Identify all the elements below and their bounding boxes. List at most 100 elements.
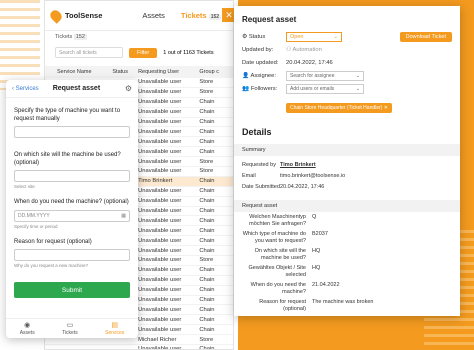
cell-group: Chain xyxy=(199,287,215,294)
calendar-icon[interactable]: ▦ xyxy=(121,213,126,219)
cell-user: Unavailable user xyxy=(138,346,182,350)
cell-user: Unavailable user xyxy=(138,257,182,264)
subtab-label: Tickets xyxy=(55,34,73,40)
decorative-stripes xyxy=(0,0,40,90)
status-select[interactable]: Open ⌄ xyxy=(286,31,342,42)
nav-tickets[interactable]: Tickets 152 xyxy=(181,11,222,20)
nav-assets[interactable]: Assets xyxy=(142,11,165,20)
cell-user: Unavailable user xyxy=(138,247,182,254)
cell-user: Unavailable user xyxy=(138,326,182,333)
cell-group: Chain xyxy=(199,326,215,333)
cell-user: Unavailable user xyxy=(138,148,182,155)
cell-group: Chain xyxy=(199,247,215,254)
cell-group: Chain xyxy=(199,227,215,234)
footer-tickets-label: Tickets xyxy=(62,329,78,336)
col-requesting-user[interactable]: Requesting User xyxy=(138,69,199,75)
cell-group: Chain xyxy=(199,109,215,116)
cell-user: Unavailable user xyxy=(138,188,182,195)
site-select[interactable] xyxy=(14,170,130,182)
footer-assets[interactable]: ◉ Assets xyxy=(20,322,35,336)
download-ticket-button[interactable]: Download Ticket xyxy=(399,31,452,42)
requested-by-row: Requested by Timo Brinkert xyxy=(234,159,460,170)
updated-by-text: Automation xyxy=(292,46,322,53)
email-value: timo.brinkert@toolsense.io xyxy=(280,172,346,179)
cell-user: Unavailable user xyxy=(138,287,182,294)
status-row: ⚙ Status Open ⌄ Download Ticket xyxy=(234,30,460,43)
date-submitted-value: 20.04.2022, 17:46 xyxy=(280,183,325,190)
assignee-row: 👤 Assignee: Search for assignee ⌄ xyxy=(234,69,460,82)
site-hint: Select site xyxy=(14,184,35,189)
subtab-count: 152 xyxy=(73,34,87,40)
cell-group: Chain xyxy=(199,217,215,224)
cell-group: Store xyxy=(199,257,214,264)
cell-user: Unavailable user xyxy=(138,79,182,86)
mobile-header: ‹ Services Request asset ⚙ xyxy=(6,80,138,98)
cell-user: Unavailable user xyxy=(138,316,182,323)
close-icon[interactable]: ✕ xyxy=(384,105,388,111)
mobile-form-body: Specify the type of machine you want to … xyxy=(6,98,138,272)
table-row[interactable]: Unavailable user Chain xyxy=(45,345,233,350)
follower-chip-row: Chain Store Headquarter (Ticket Handler)… xyxy=(234,95,460,115)
filter-bar: Search all tickets Filter 1 out of 1163 … xyxy=(45,45,233,60)
back-button[interactable]: ‹ Services xyxy=(12,86,39,92)
brand-name: ToolSense xyxy=(65,11,103,20)
footer-assets-label: Assets xyxy=(19,329,35,336)
requested-by-label: Requested by xyxy=(242,161,276,168)
filter-button[interactable]: Filter xyxy=(129,47,158,58)
answer-row: Gewähltes Objekt / Site selected HQ xyxy=(234,263,460,280)
ticket-icon: ▭ xyxy=(66,321,74,329)
status-label-text: Status xyxy=(248,33,266,40)
cell-group: Chain xyxy=(199,316,215,323)
col-service-name[interactable]: Service Name xyxy=(45,69,112,75)
follower-chip[interactable]: Chain Store Headquarter (Ticket Handler)… xyxy=(286,103,392,113)
ticket-search-input[interactable]: Search all tickets xyxy=(55,47,123,58)
cell-user: Unavailable user xyxy=(138,306,182,313)
pager-text: 1 out of 1163 Tickets xyxy=(163,49,214,56)
cell-group: Store xyxy=(199,168,214,175)
followers-select[interactable]: Add users or emails ⌄ xyxy=(286,83,364,94)
users-icon: 👥 xyxy=(242,85,250,92)
date-updated-value: 20.04.2022, 17:46 xyxy=(286,59,333,66)
machine-type-input[interactable] xyxy=(14,126,130,138)
reason-input[interactable] xyxy=(14,249,130,261)
col-status[interactable]: Status xyxy=(112,69,138,75)
requested-by-link[interactable]: Timo Brinkert xyxy=(280,162,316,168)
updated-by-label: Updated by: xyxy=(242,46,274,53)
answer-question: Welchen Maschinentyp möchten Sie anfrage… xyxy=(249,214,306,227)
ticket-subtab[interactable]: Tickets 152 xyxy=(45,31,233,45)
robot-icon: ⚇ xyxy=(286,46,292,53)
services-icon: ▤ xyxy=(111,321,119,329)
cell-group: Chain xyxy=(199,306,215,313)
chevron-down-icon: ⌄ xyxy=(355,72,360,79)
answer-question: Gewähltes Objekt / Site selected xyxy=(248,265,306,278)
footer-tickets[interactable]: ▭ Tickets xyxy=(62,322,78,336)
cell-group: Chain xyxy=(199,267,215,274)
cell-group: Chain xyxy=(199,178,215,185)
cell-group: Chain xyxy=(199,346,215,350)
footer-services[interactable]: ▤ Services xyxy=(105,322,124,336)
answer-question: Reason for request (optional) xyxy=(259,299,306,312)
cell-group: Chain xyxy=(199,99,215,106)
date-submitted-label: Date Submitted xyxy=(242,183,280,190)
cell-group: Chain xyxy=(199,148,215,155)
cell-group: Store xyxy=(199,79,214,86)
date-input[interactable]: DD.MM.YYYY ▦ xyxy=(14,209,130,222)
answer-question: When do you need the machine? xyxy=(250,282,306,295)
answer-question: On which site will the machine be used? xyxy=(254,248,306,261)
app-topbar: ToolSense Assets Tickets 152 xyxy=(45,1,233,31)
mobile-request-form: ‹ Services Request asset ⚙ Specify the t… xyxy=(6,80,138,338)
cell-user: Unavailable user xyxy=(138,109,182,116)
cell-group: Chain xyxy=(199,188,215,195)
cell-user: Unavailable user xyxy=(138,227,182,234)
assignee-select[interactable]: Search for assignee ⌄ xyxy=(286,70,364,81)
summary-section-heading: Summary xyxy=(234,144,460,156)
col-group[interactable]: Group c xyxy=(199,69,233,75)
cell-user: Michael Richer xyxy=(138,336,177,343)
email-row: Email timo.brinkert@toolsense.io xyxy=(234,170,460,181)
table-header: Service Name Status Requesting User Grou… xyxy=(45,66,233,78)
gear-icon[interactable]: ⚙ xyxy=(125,84,132,93)
cell-user: Unavailable user xyxy=(138,297,182,304)
cell-group: Chain xyxy=(199,297,215,304)
submit-button[interactable]: Submit xyxy=(14,282,130,298)
answer-value: HQ xyxy=(312,248,321,254)
